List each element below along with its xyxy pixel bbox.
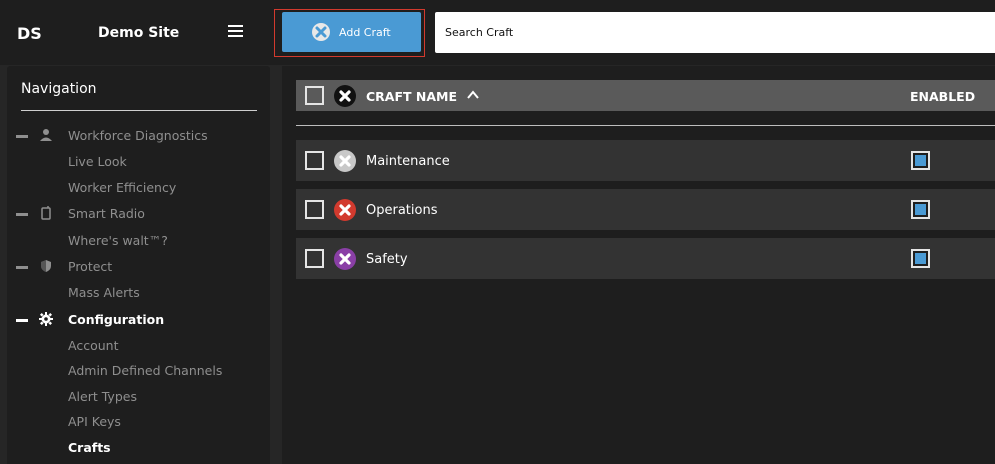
search-craft-input[interactable] [435,12,995,53]
sidebar-item-api-keys[interactable]: API Keys [68,414,121,429]
sort-ascending-icon[interactable] [466,89,480,101]
collapse-smart-radio-icon[interactable] [16,213,28,216]
sidebar-item-protect[interactable]: Protect [68,259,112,274]
site-abbreviation: DS [17,24,42,43]
enabled-checkbox[interactable] [911,249,930,268]
add-craft-label: Add Craft [339,25,391,39]
navigation-title: Navigation [21,81,97,97]
shield-icon [41,260,51,272]
collapse-workforce-icon[interactable] [16,135,28,138]
tools-icon [334,150,356,172]
header-divider [296,125,995,126]
row-checkbox[interactable] [305,151,324,170]
tools-icon [334,85,356,107]
craft-name: Operations [366,203,438,218]
column-header-craft-name[interactable]: CRAFT NAME [366,89,457,104]
collapse-protect-icon[interactable] [16,266,28,269]
hamburger-menu-icon[interactable] [228,25,243,38]
person-icon [40,129,52,141]
gear-icon [39,312,53,326]
add-craft-button[interactable]: Add Craft [282,12,421,52]
enabled-checkbox[interactable] [911,200,930,219]
sidebar-item-workforce-diagnostics[interactable]: Workforce Diagnostics [68,128,208,143]
enabled-checkbox[interactable] [911,151,930,170]
collapse-configuration-icon[interactable] [16,319,28,322]
tools-icon [312,23,330,41]
row-checkbox[interactable] [305,249,324,268]
sidebar-item-admin-defined-channels[interactable]: Admin Defined Channels [68,363,222,378]
column-header-enabled[interactable]: ENABLED [910,89,975,104]
site-name[interactable]: Demo Site [98,25,179,41]
sidebar-item-crafts[interactable]: Crafts [68,440,111,455]
sidebar-item-live-look[interactable]: Live Look [68,154,127,169]
site-header: DS Demo Site [0,0,270,65]
tools-icon [334,199,356,221]
sidebar-item-worker-efficiency[interactable]: Worker Efficiency [68,180,176,195]
sidebar-item-account[interactable]: Account [68,338,118,353]
select-all-checkbox[interactable] [305,86,324,105]
sidebar-item-smart-radio[interactable]: Smart Radio [68,206,145,221]
craft-name: Maintenance [366,154,450,169]
tools-icon [334,248,356,270]
radio-icon [41,206,51,220]
craft-name: Safety [366,252,408,267]
sidebar-item-wheres-walt[interactable]: Where's walt™? [68,233,168,248]
row-checkbox[interactable] [305,200,324,219]
sidebar-item-mass-alerts[interactable]: Mass Alerts [68,285,140,300]
sidebar-item-configuration[interactable]: Configuration [68,312,164,327]
sidebar-item-alert-types[interactable]: Alert Types [68,389,137,404]
navigation-divider [21,110,257,111]
